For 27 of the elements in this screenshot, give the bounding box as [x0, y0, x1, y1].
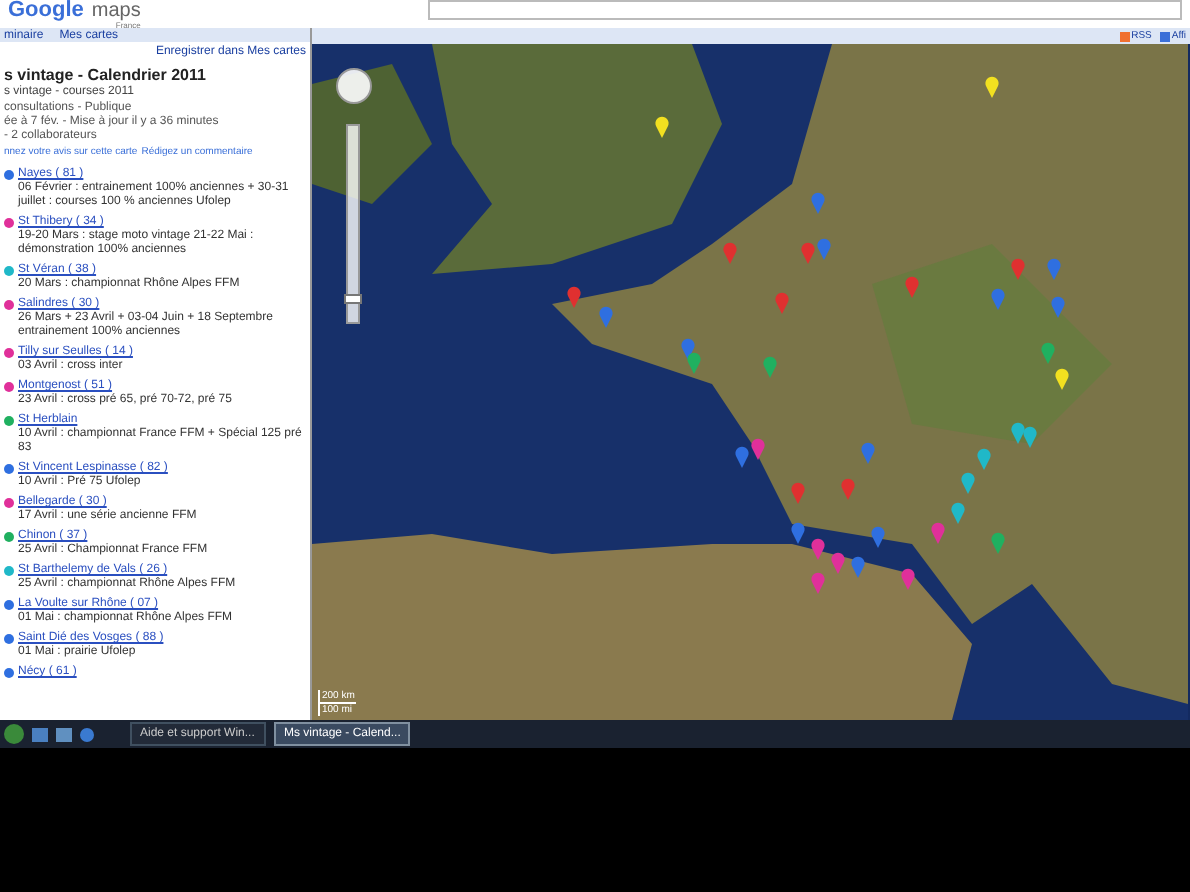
- search-field[interactable]: [428, 0, 1182, 20]
- map-pin-icon[interactable]: [831, 552, 845, 574]
- map-pin-icon[interactable]: [851, 556, 865, 578]
- zoom-slider-thumb[interactable]: [344, 293, 362, 304]
- logo[interactable]: Google: [8, 0, 84, 20]
- map-pin-icon[interactable]: [655, 116, 669, 138]
- map-pin-icon[interactable]: [871, 526, 885, 548]
- map-pin-icon[interactable]: [791, 522, 805, 544]
- map-pin-icon[interactable]: [1055, 368, 1069, 390]
- map-title: s vintage - Calendrier 2011: [4, 66, 208, 84]
- map-pin-icon[interactable]: [951, 502, 965, 524]
- map-pin-icon[interactable]: [735, 446, 749, 468]
- rss-icon: [1119, 31, 1130, 41]
- map-pin-icon[interactable]: [977, 448, 991, 470]
- map-pin-icon[interactable]: [681, 338, 695, 360]
- map-pin-icon[interactable]: [751, 438, 765, 460]
- logo-product: maps: [91, 2, 141, 22]
- map-pin-icon[interactable]: [567, 286, 581, 308]
- browser-icon[interactable]: [80, 727, 94, 741]
- start-button[interactable]: [4, 724, 24, 744]
- map-pin-icon[interactable]: [901, 568, 915, 590]
- map-pin-icon[interactable]: [1011, 422, 1025, 444]
- map-pin-icon[interactable]: [985, 76, 999, 98]
- map-pin-icon[interactable]: [811, 538, 825, 560]
- map-pin-icon[interactable]: [1023, 426, 1037, 448]
- display-icon: [1159, 31, 1170, 41]
- map-pin-icon[interactable]: [961, 472, 975, 494]
